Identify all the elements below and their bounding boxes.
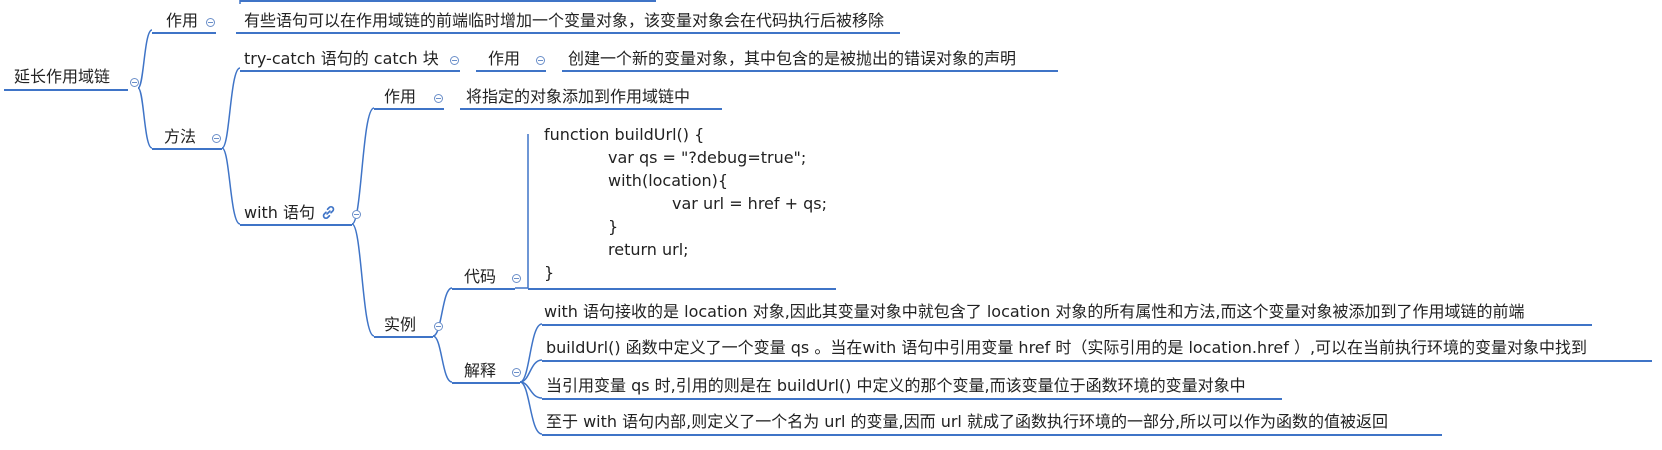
with-statement-underline — [240, 224, 352, 226]
code-line: return url; — [608, 240, 689, 259]
collapse-toggle-icon[interactable] — [206, 18, 215, 27]
link-icon[interactable] — [321, 204, 336, 226]
try-catch-purpose-text-underline — [562, 70, 1058, 72]
code-line: var qs = "?debug=true"; — [608, 148, 807, 167]
example-underline — [374, 336, 433, 338]
top-stub-underline — [240, 0, 656, 2]
methods-underline — [152, 148, 222, 150]
code-line: with(location){ — [608, 171, 729, 190]
explanation-underline — [542, 434, 1442, 436]
try-catch-purpose-underline — [476, 70, 546, 72]
explanation-underline — [542, 398, 1282, 400]
example-topic[interactable]: 实例 — [384, 314, 416, 336]
collapse-toggle-icon[interactable] — [512, 274, 521, 283]
code-line: } — [544, 263, 555, 282]
with-purpose-underline — [374, 108, 444, 110]
collapse-toggle-icon[interactable] — [434, 322, 443, 331]
with-statement-topic[interactable]: with 语句 — [244, 202, 336, 226]
purpose-topic[interactable]: 作用 — [166, 10, 198, 32]
collapse-toggle-icon[interactable] — [212, 134, 221, 143]
try-catch-purpose-topic[interactable]: 作用 — [488, 48, 520, 70]
explanation-underline — [542, 360, 1652, 362]
with-purpose-text-underline — [460, 108, 722, 110]
root-underline — [4, 89, 128, 91]
explanation-item[interactable]: with 语句接收的是 location 对象,因此其变量对象中就包含了 loc… — [544, 301, 1525, 323]
explain-topic-underline — [452, 382, 520, 384]
collapse-toggle-icon[interactable] — [536, 56, 545, 65]
explanation-underline — [542, 324, 1592, 326]
explanation-item[interactable]: 当引用变量 qs 时,引用的则是在 buildUrl() 中定义的那个变量,而该… — [546, 375, 1246, 397]
methods-topic[interactable]: 方法 — [164, 126, 196, 148]
try-catch-underline — [240, 70, 460, 72]
purpose-text[interactable]: 有些语句可以在作用域链的前端临时增加一个变量对象，该变量对象会在代码执行后被移除 — [244, 10, 884, 32]
collapse-toggle-icon[interactable] — [352, 210, 361, 219]
code-topic[interactable]: 代码 — [464, 266, 496, 288]
purpose-text-underline — [236, 32, 900, 34]
try-catch-purpose-text[interactable]: 创建一个新的变量对象，其中包含的是被抛出的错误对象的声明 — [568, 48, 1016, 70]
collapse-toggle-icon[interactable] — [450, 56, 459, 65]
code-line: } — [608, 217, 619, 236]
with-statement-label: with 语句 — [244, 203, 316, 222]
purpose-underline — [152, 32, 216, 34]
code-line: function buildUrl() { — [544, 125, 705, 144]
explanation-item[interactable]: 至于 with 语句内部,则定义了一个名为 url 的变量,因而 url 就成了… — [546, 411, 1388, 433]
collapse-toggle-icon[interactable] — [434, 94, 443, 103]
explain-topic[interactable]: 解释 — [464, 360, 496, 382]
with-purpose-text[interactable]: 将指定的对象添加到作用域链中 — [466, 86, 690, 108]
try-catch-topic[interactable]: try-catch 语句的 catch 块 — [244, 48, 439, 70]
collapse-toggle-icon[interactable] — [130, 78, 139, 87]
with-purpose-topic[interactable]: 作用 — [384, 86, 416, 108]
explanation-item[interactable]: buildUrl() 函数中定义了一个变量 qs 。当在with 语句中引用变量… — [546, 337, 1587, 359]
code-line: var url = href + qs; — [672, 194, 827, 213]
code-topic-underline — [452, 288, 515, 290]
code-block-underline — [528, 288, 836, 290]
root-topic[interactable]: 延长作用域链 — [14, 66, 110, 88]
collapse-toggle-icon[interactable] — [512, 368, 521, 377]
